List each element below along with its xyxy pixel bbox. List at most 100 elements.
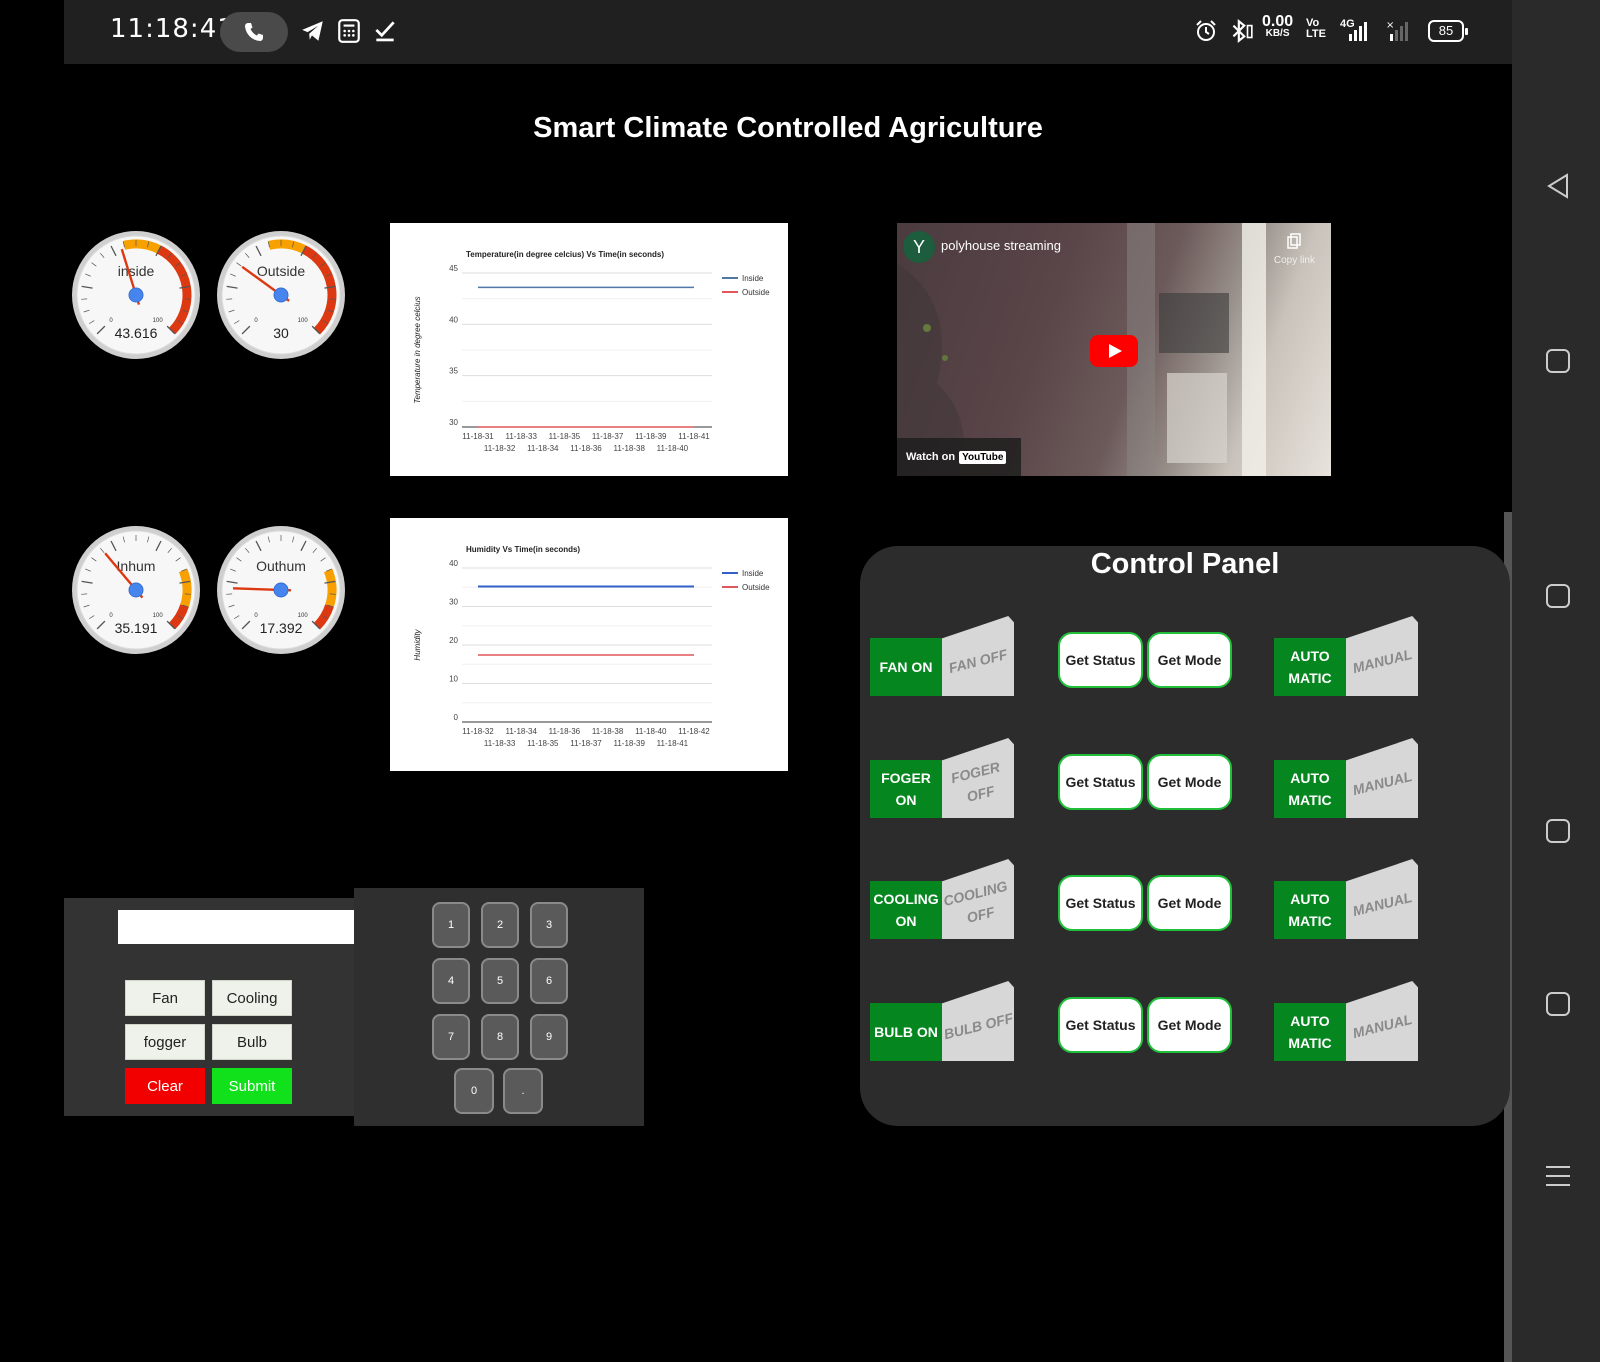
- fan-mode-toggle[interactable]: AUTO MATIC MANUAL: [1266, 616, 1418, 696]
- bulb-manual-button[interactable]: MANUAL: [1346, 981, 1418, 1061]
- cooling-button[interactable]: Cooling: [212, 980, 292, 1016]
- key-3[interactable]: 3: [530, 902, 568, 948]
- chart-y-tick-label: 40: [449, 559, 458, 568]
- cooling-off-button[interactable]: COOLING OFF: [942, 859, 1014, 939]
- foger-on-button[interactable]: FOGER ON: [870, 760, 942, 818]
- cooling-get-mode-button[interactable]: Get Mode: [1147, 875, 1232, 931]
- gauge-value: 30: [273, 325, 289, 341]
- bulb-get-mode-button[interactable]: Get Mode: [1147, 997, 1232, 1053]
- chart-legend-label: Outside: [742, 583, 770, 592]
- channel-avatar[interactable]: Y: [903, 231, 935, 263]
- chart-x-tick-label: 11-18-38: [613, 444, 645, 453]
- chart-y-tick-label: 35: [449, 367, 458, 376]
- foger-off-button[interactable]: FOGER OFF: [942, 738, 1014, 818]
- cooling-get-status-button[interactable]: Get Status: [1058, 875, 1143, 931]
- temperature-chart: Temperature(in degree celcius) Vs Time(i…: [390, 223, 788, 476]
- command-form: Fan Cooling fogger Bulb Clear Submit: [64, 898, 354, 1116]
- video-embed[interactable]: Y polyhouse streaming Copy link Watch on…: [897, 223, 1331, 476]
- foger-manual-label: MANUAL: [1350, 767, 1414, 799]
- gauge-label: Outhum: [256, 558, 306, 574]
- bulb-button[interactable]: Bulb: [212, 1024, 292, 1060]
- control-panel: Control Panel FAN ON FAN OFF Get Status Ge…: [860, 546, 1510, 1126]
- chart-x-tick-label: 11-18-37: [592, 432, 624, 441]
- chart-x-tick-label: 11-18-35: [527, 739, 559, 748]
- foger-automatic-button[interactable]: AUTO MATIC: [1274, 760, 1346, 818]
- gauge-hub: [128, 287, 144, 303]
- chart-x-tick-label: 11-18-36: [549, 727, 581, 736]
- key-8[interactable]: 8: [481, 1014, 519, 1060]
- bulb-on-button[interactable]: BULB ON: [870, 1003, 942, 1061]
- key-6[interactable]: 6: [530, 958, 568, 1004]
- gauge-max-label: 100: [298, 613, 309, 619]
- net-speed: 0.00 KB/S: [1262, 13, 1294, 40]
- fogger-button[interactable]: fogger: [125, 1024, 205, 1060]
- gauge-value: 35.191: [115, 620, 158, 636]
- chart-x-tick-label: 11-18-31: [462, 432, 494, 441]
- bulb-get-status-button[interactable]: Get Status: [1058, 997, 1143, 1053]
- key-7[interactable]: 7: [432, 1014, 470, 1060]
- key-dot[interactable]: .: [503, 1068, 543, 1114]
- telegram-icon: [302, 21, 323, 41]
- cooling-manual-button[interactable]: MANUAL: [1346, 859, 1418, 939]
- foger-manual-button[interactable]: MANUAL: [1346, 738, 1418, 818]
- home-square-icon[interactable]: [1545, 348, 1571, 374]
- foger-power-toggle[interactable]: FOGER ON FOGER OFF: [862, 738, 1014, 818]
- bulb-automatic-button[interactable]: AUTO MATIC: [1274, 1003, 1346, 1061]
- key-2[interactable]: 2: [481, 902, 519, 948]
- fan-get-mode-button[interactable]: Get Mode: [1147, 632, 1232, 688]
- bulb-off-button[interactable]: BULB OFF: [942, 981, 1014, 1061]
- chart-x-tick-label: 11-18-41: [657, 739, 689, 748]
- alarm-icon: [1196, 20, 1216, 41]
- signal-icon: [1349, 22, 1367, 41]
- cooling-on-button[interactable]: COOLING ON: [870, 881, 942, 939]
- chart-x-tick-label: 11-18-32: [484, 444, 516, 453]
- call-indicator[interactable]: [220, 12, 288, 52]
- fan-button[interactable]: Fan: [125, 980, 205, 1016]
- bulb-manual-label: MANUAL: [1350, 1010, 1414, 1042]
- bulb-power-toggle[interactable]: BULB ON BULB OFF: [862, 981, 1014, 1061]
- key-4[interactable]: 4: [432, 958, 470, 1004]
- clear-button[interactable]: Clear: [125, 1068, 205, 1104]
- cooling-automatic-button[interactable]: AUTO MATIC: [1274, 881, 1346, 939]
- gauge-label: inside: [118, 263, 155, 279]
- cooling-mode-toggle[interactable]: AUTO MATIC MANUAL: [1266, 859, 1418, 939]
- page-title: Smart Climate Controlled Agriculture: [533, 112, 1043, 144]
- gauge-hub: [128, 582, 144, 598]
- window-square-icon[interactable]: [1545, 583, 1571, 609]
- numeric-keypad: 1 2 3 4 5 6 7 8 9 0 .: [354, 888, 644, 1126]
- chart-x-tick-label: 11-18-33: [505, 432, 537, 441]
- window-square-icon[interactable]: [1545, 991, 1571, 1017]
- fan-power-toggle[interactable]: FAN ON FAN OFF: [862, 616, 1014, 696]
- play-button[interactable]: [1090, 335, 1138, 367]
- window-square-icon[interactable]: [1545, 818, 1571, 844]
- chart-y-tick-label: 20: [449, 636, 458, 645]
- fan-manual-button[interactable]: MANUAL: [1346, 616, 1418, 696]
- fan-automatic-button[interactable]: AUTO MATIC: [1274, 638, 1346, 696]
- copy-link[interactable]: Copy link: [1274, 255, 1315, 266]
- chart-x-tick-label: 11-18-35: [549, 432, 581, 441]
- key-5[interactable]: 5: [481, 958, 519, 1004]
- gauge-band: [123, 239, 162, 254]
- chart-x-tick-label: 11-18-40: [635, 727, 667, 736]
- submit-button[interactable]: Submit: [212, 1068, 292, 1104]
- key-0[interactable]: 0: [454, 1068, 494, 1114]
- menu-icon[interactable]: [1545, 1164, 1571, 1188]
- copy-icon[interactable]: [1287, 233, 1301, 249]
- watch-on-youtube[interactable]: Watch on YouTube: [897, 438, 1021, 476]
- chart-legend-label: Inside: [742, 569, 764, 578]
- command-input[interactable]: [118, 910, 354, 944]
- fan-off-button[interactable]: FAN OFF: [942, 616, 1014, 696]
- video-title[interactable]: polyhouse streaming: [941, 238, 1061, 253]
- cooling-power-toggle[interactable]: COOLING ON COOLING OFF: [862, 859, 1014, 939]
- back-icon[interactable]: [1545, 172, 1571, 200]
- foger-off-label: FOGER OFF: [949, 758, 1002, 805]
- fan-on-button[interactable]: FAN ON: [870, 638, 942, 696]
- foger-get-status-button[interactable]: Get Status: [1058, 754, 1143, 810]
- foger-get-mode-button[interactable]: Get Mode: [1147, 754, 1232, 810]
- key-9[interactable]: 9: [530, 1014, 568, 1060]
- bulb-mode-toggle[interactable]: AUTO MATIC MANUAL: [1266, 981, 1418, 1061]
- foger-mode-toggle[interactable]: AUTO MATIC MANUAL: [1266, 738, 1418, 818]
- fan-get-status-button[interactable]: Get Status: [1058, 632, 1143, 688]
- key-1[interactable]: 1: [432, 902, 470, 948]
- gauge-band: [323, 568, 337, 608]
